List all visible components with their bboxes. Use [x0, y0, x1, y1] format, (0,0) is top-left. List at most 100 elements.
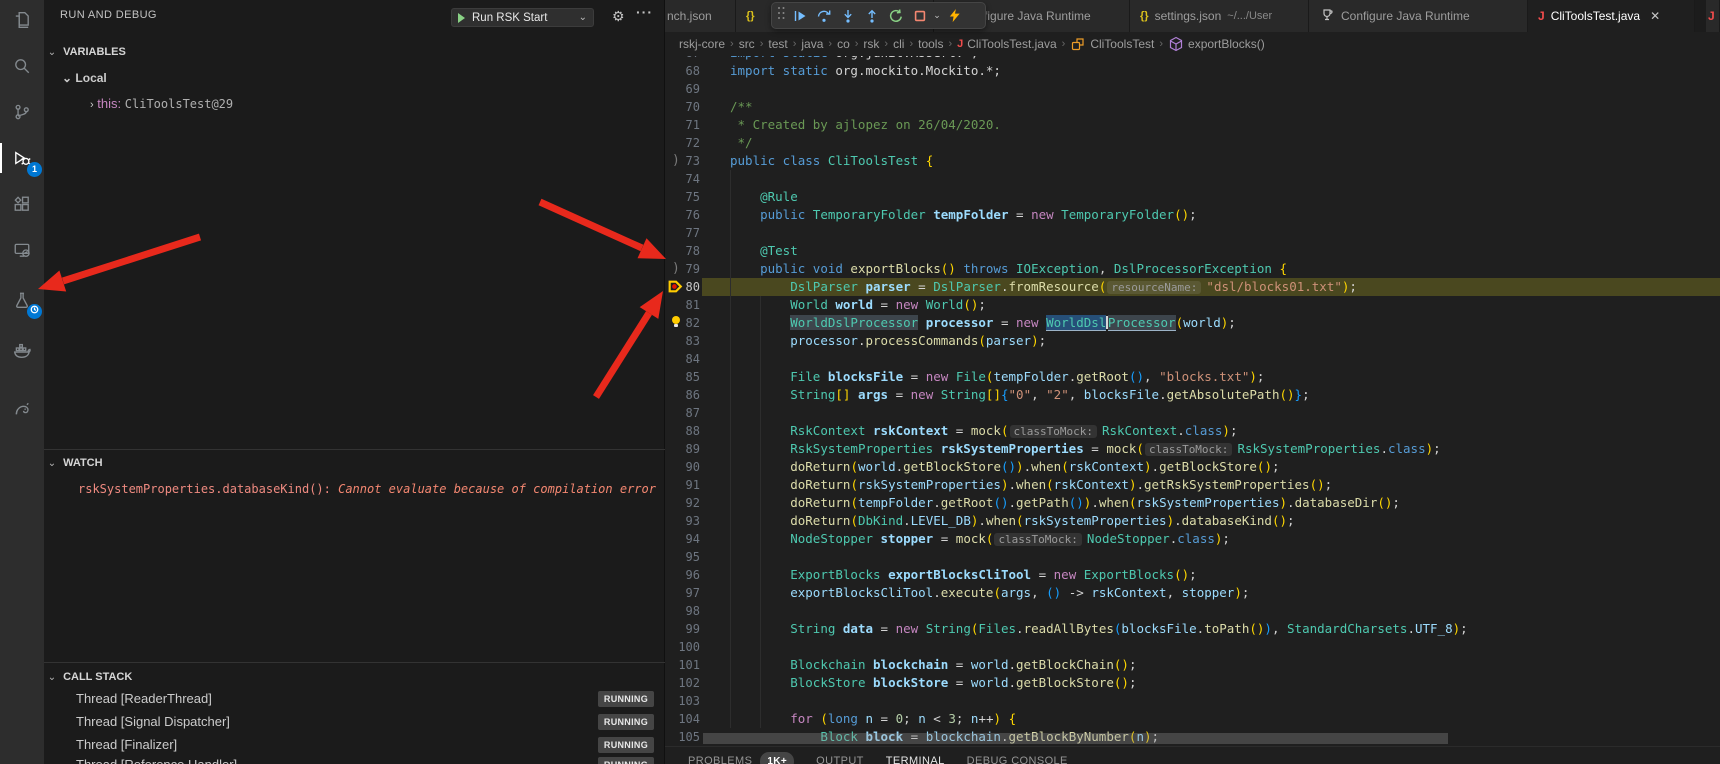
- code-line-98[interactable]: 98: [665, 602, 1720, 620]
- code-line-101[interactable]: 101 Blockchain blockchain = world.getBlo…: [665, 656, 1720, 674]
- code-line-104[interactable]: 104 for (long n = 0; n < 3; n++) {: [665, 710, 1720, 728]
- code-line-69[interactable]: 69: [665, 80, 1720, 98]
- lightbulb-icon[interactable]: [669, 314, 683, 334]
- line-number[interactable]: 97: [665, 584, 700, 602]
- breadcrumb-item-rsk[interactable]: rsk: [863, 37, 879, 51]
- code-line-85[interactable]: 85 File blocksFile = new File(tempFolder…: [665, 368, 1720, 386]
- code-line-80[interactable]: 80 DslParser parser = DslParser.fromReso…: [665, 278, 1720, 296]
- line-number[interactable]: 83: [665, 332, 700, 350]
- code-line-86[interactable]: 86 String[] args = new String[]{"0", "2"…: [665, 386, 1720, 404]
- variable-this-row[interactable]: › this: CliToolsTest@29: [44, 91, 664, 117]
- line-number[interactable]: 70: [665, 98, 700, 116]
- step-into-button[interactable]: [836, 4, 860, 28]
- line-number[interactable]: 92: [665, 494, 700, 512]
- code-line-94[interactable]: 94 NodeStopper stopper = mock(classToMoc…: [665, 530, 1720, 548]
- line-number[interactable]: 94: [665, 530, 700, 548]
- breadcrumb-item-cli[interactable]: cli: [893, 37, 904, 51]
- watch-expression-row[interactable]: rskSystemProperties.databaseKind(): Cann…: [78, 476, 656, 502]
- breadcrumb-item-rskj-core[interactable]: rskj-core: [679, 37, 725, 51]
- more-actions-icon[interactable]: ···: [636, 4, 653, 20]
- code-line-100[interactable]: 100: [665, 638, 1720, 656]
- code-editor[interactable]: 67import static org.junit.Assert.*;68imp…: [665, 0, 1720, 746]
- line-number[interactable]: 100: [665, 638, 700, 656]
- line-number[interactable]: 95: [665, 548, 700, 566]
- activity-bar-item-testing[interactable]: [0, 283, 44, 317]
- line-number[interactable]: 105: [665, 728, 700, 746]
- panel-tab-problems[interactable]: PROBLEMS1K+: [688, 753, 794, 764]
- code-line-87[interactable]: 87: [665, 404, 1720, 422]
- breadcrumb-item-CliToolsTest.java[interactable]: JCliToolsTest.java: [957, 37, 1057, 51]
- activity-bar-item-gradle[interactable]: [0, 391, 44, 425]
- code-line-71[interactable]: 71 * Created by ajlopez on 26/04/2020.: [665, 116, 1720, 134]
- variables-scope-local[interactable]: ⌄ Local: [44, 65, 664, 91]
- line-number[interactable]: 72: [665, 134, 700, 152]
- code-line-93[interactable]: 93 doReturn(DbKind.LEVEL_DB).when(rskSys…: [665, 512, 1720, 530]
- line-number[interactable]: 71: [665, 116, 700, 134]
- line-number[interactable]: 91: [665, 476, 700, 494]
- code-line-95[interactable]: 95: [665, 548, 1720, 566]
- code-line-68[interactable]: 68import static org.mockito.Mockito.*;: [665, 62, 1720, 80]
- code-line-84[interactable]: 84: [665, 350, 1720, 368]
- activity-bar-item-source-control[interactable]: [0, 95, 44, 129]
- watch-section-header[interactable]: ⌄ WATCH: [44, 450, 664, 476]
- fold-indicator-icon[interactable]: ): [672, 261, 686, 276]
- line-number[interactable]: 84: [665, 350, 700, 368]
- line-number[interactable]: 98: [665, 602, 700, 620]
- horizontal-scrollbar[interactable]: [703, 733, 1448, 744]
- panel-tab-debug-console[interactable]: DEBUG CONSOLE: [967, 753, 1068, 764]
- code-line-82[interactable]: 82 WorldDslProcessor processor = new Wor…: [665, 314, 1720, 332]
- panel-tab-terminal[interactable]: TERMINAL: [886, 753, 945, 764]
- line-number[interactable]: 87: [665, 404, 700, 422]
- toolbar-drag-grip[interactable]: [776, 5, 788, 26]
- code-line-103[interactable]: 103: [665, 692, 1720, 710]
- code-line-77[interactable]: 77: [665, 224, 1720, 242]
- line-number[interactable]: 102: [665, 674, 700, 692]
- breadcrumb-item-CliToolsTest[interactable]: CliToolsTest: [1070, 36, 1154, 52]
- panel-tab-output[interactable]: OUTPUT: [816, 753, 864, 764]
- line-number[interactable]: 76: [665, 206, 700, 224]
- line-number[interactable]: 99: [665, 620, 700, 638]
- code-line-83[interactable]: 83 processor.processCommands(parser);: [665, 332, 1720, 350]
- step-out-button[interactable]: [860, 4, 884, 28]
- code-line-88[interactable]: 88 RskContext rskContext = mock(classToM…: [665, 422, 1720, 440]
- line-number[interactable]: 101: [665, 656, 700, 674]
- code-line-76[interactable]: 76 public TemporaryFolder tempFolder = n…: [665, 206, 1720, 224]
- code-line-102[interactable]: 102 BlockStore blockStore = world.getBlo…: [665, 674, 1720, 692]
- breadcrumb-item-java[interactable]: java: [801, 37, 823, 51]
- step-over-button[interactable]: [812, 4, 836, 28]
- line-number[interactable]: 86: [665, 386, 700, 404]
- line-number[interactable]: 74: [665, 170, 700, 188]
- fold-indicator-icon[interactable]: ): [672, 153, 686, 168]
- stop-menu-chevron-icon[interactable]: ⌄: [932, 10, 942, 21]
- code-line-72[interactable]: 72 */: [665, 134, 1720, 152]
- code-line-73[interactable]: 73public class CliToolsTest {: [665, 152, 1720, 170]
- line-number[interactable]: 90: [665, 458, 700, 476]
- activity-bar-item-run-and-debug[interactable]: 1: [0, 141, 44, 175]
- line-number[interactable]: 103: [665, 692, 700, 710]
- line-number[interactable]: 75: [665, 188, 700, 206]
- hot-code-replace-button[interactable]: [942, 4, 966, 28]
- code-line-97[interactable]: 97 exportBlocksCliTool.execute(args, () …: [665, 584, 1720, 602]
- breadcrumb-item-tools[interactable]: tools: [918, 37, 943, 51]
- code-line-75[interactable]: 75 @Rule: [665, 188, 1720, 206]
- line-number[interactable]: 93: [665, 512, 700, 530]
- line-number[interactable]: 104: [665, 710, 700, 728]
- line-number[interactable]: 68: [665, 62, 700, 80]
- line-number[interactable]: 88: [665, 422, 700, 440]
- activity-bar-item-explorer[interactable]: [0, 3, 44, 37]
- current-breakpoint-icon[interactable]: [667, 278, 684, 300]
- stop-button[interactable]: [908, 4, 932, 28]
- gear-icon[interactable]: ⚙: [612, 8, 625, 25]
- code-line-78[interactable]: 78 @Test: [665, 242, 1720, 260]
- code-line-90[interactable]: 90 doReturn(world.getBlockStore()).when(…: [665, 458, 1720, 476]
- code-line-91[interactable]: 91 doReturn(rskSystemProperties).when(rs…: [665, 476, 1720, 494]
- activity-bar-item-extensions[interactable]: [0, 187, 44, 221]
- breadcrumb-item-exportBlocks()[interactable]: exportBlocks(): [1168, 36, 1265, 52]
- line-number[interactable]: 85: [665, 368, 700, 386]
- code-line-70[interactable]: 70/**: [665, 98, 1720, 116]
- call-stack-thread-row[interactable]: Thread [ReaderThread]RUNNING: [44, 687, 664, 710]
- call-stack-thread-row[interactable]: Thread [Reference Handler]RUNNING: [44, 753, 664, 764]
- line-number[interactable]: 78: [665, 242, 700, 260]
- restart-button[interactable]: [884, 4, 908, 28]
- line-number[interactable]: 69: [665, 80, 700, 98]
